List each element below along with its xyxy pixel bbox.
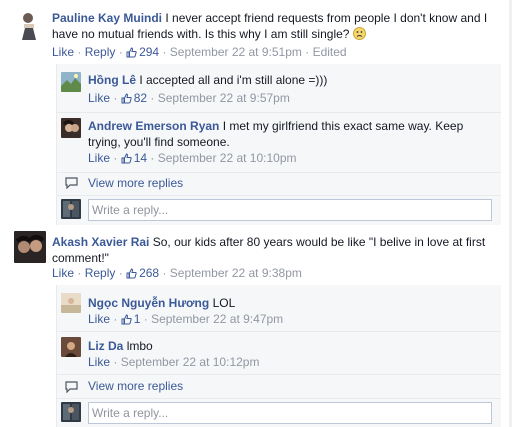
like-count[interactable]: 1	[121, 312, 140, 329]
avatar-akash[interactable]	[14, 231, 46, 263]
reply-text: LOL	[212, 296, 236, 310]
reply-input[interactable]: Write a reply...	[88, 199, 492, 221]
reply-author[interactable]: Ngọc Nguyễn Hương	[88, 296, 209, 310]
reply-button[interactable]: Reply	[85, 266, 116, 280]
reply-actions: Like · September 22 at 10:12pm	[88, 355, 260, 369]
sad-emoji-icon	[352, 27, 366, 40]
comment-author[interactable]: Akash Xavier Rai	[52, 235, 149, 249]
like-thumb-icon	[121, 152, 132, 168]
comment-actions: Like · Reply · 268 · September 22 at 9:3…	[52, 265, 302, 283]
reply-timestamp[interactable]: September 22 at 10:12pm	[121, 355, 260, 369]
reply-author[interactable]: Liz Da	[88, 339, 123, 353]
reply-timestamp[interactable]: September 22 at 9:57pm	[158, 91, 290, 105]
divider	[57, 172, 501, 173]
reply-text: lmbo	[126, 339, 153, 353]
reply-author[interactable]: Hồng Lê	[88, 73, 136, 87]
reply-input[interactable]: Write a reply...	[88, 402, 492, 424]
comment-body: Pauline Kay Muindi I never accept friend…	[52, 10, 492, 42]
reply-body: Hồng Lê I accepted all and i'm still alo…	[88, 72, 327, 88]
reply-actions: Like · 14 · September 22 at 10:10pm	[88, 150, 297, 168]
avatar-current-user	[61, 199, 81, 219]
reply-actions: Like · 1 · September 22 at 9:47pm	[88, 311, 283, 329]
reply-author[interactable]: Andrew Emerson Ryan	[88, 119, 219, 133]
replies-container: Ngọc Nguyễn Hương LOL Like · 1 · Septemb…	[56, 285, 501, 427]
reply-actions: Like · 82 · September 22 at 9:57pm	[88, 90, 290, 108]
reply-body: Liz Da lmbo	[88, 338, 153, 354]
divider	[57, 374, 501, 375]
avatar-current-user	[61, 402, 81, 422]
like-button[interactable]: Like	[52, 266, 74, 280]
comment-timestamp[interactable]: September 22 at 9:51pm	[170, 45, 302, 59]
comment-body: Akash Xavier Rai So, our kids after 80 y…	[52, 234, 492, 266]
like-thumb-icon	[121, 92, 132, 108]
view-more-replies-link[interactable]: View more replies	[88, 175, 183, 191]
comment-timestamp[interactable]: September 22 at 9:38pm	[170, 266, 302, 280]
divider	[57, 195, 501, 196]
replies-container: Hồng Lê I accepted all and i'm still alo…	[56, 64, 501, 225]
reply-body: Ngọc Nguyễn Hương LOL	[88, 295, 235, 311]
like-thumb-icon	[121, 313, 132, 329]
view-more-replies-icon	[65, 177, 79, 190]
view-more-replies-link[interactable]: View more replies	[88, 378, 183, 394]
reply-body: Andrew Emerson Ryan I met my girlfriend …	[88, 118, 488, 150]
like-thumb-icon	[126, 267, 137, 283]
comment-actions: Like · Reply · 294 · September 22 at 9:5…	[52, 44, 347, 62]
like-button[interactable]: Like	[88, 355, 110, 369]
divider	[57, 398, 501, 399]
comment-author[interactable]: Pauline Kay Muindi	[52, 11, 162, 25]
like-count[interactable]: 14	[121, 151, 147, 165]
avatar-andrew[interactable]	[61, 118, 81, 138]
like-button[interactable]: Like	[88, 91, 110, 105]
like-button[interactable]: Like	[88, 151, 110, 165]
like-button[interactable]: Like	[52, 45, 74, 59]
like-thumb-icon	[126, 46, 137, 62]
reply-timestamp[interactable]: September 22 at 10:10pm	[158, 151, 297, 165]
divider	[57, 331, 501, 332]
reply-timestamp[interactable]: September 22 at 9:47pm	[151, 312, 283, 326]
avatar-liz[interactable]	[61, 337, 81, 357]
like-count[interactable]: 294	[126, 45, 159, 59]
view-more-replies-icon	[65, 381, 79, 394]
avatar-pauline[interactable]	[14, 8, 46, 40]
edited-label[interactable]: Edited	[313, 45, 347, 59]
reply-button[interactable]: Reply	[85, 45, 116, 59]
like-count[interactable]: 268	[126, 266, 159, 280]
like-count[interactable]: 82	[121, 91, 147, 105]
like-button[interactable]: Like	[88, 312, 110, 326]
reply-text: I accepted all and i'm still alone =)))	[139, 73, 328, 87]
divider	[57, 112, 501, 113]
avatar-ngoc[interactable]	[61, 293, 81, 313]
avatar-hong-le[interactable]	[61, 72, 81, 92]
